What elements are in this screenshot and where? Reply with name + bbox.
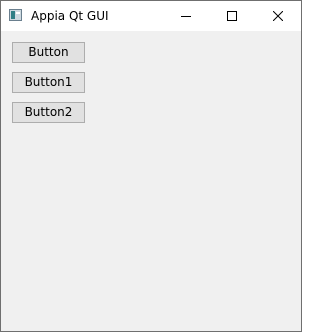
maximize-icon [227,11,237,21]
client-area: Button Button1 Button2 [1,31,301,331]
app-icon [9,9,22,21]
button-2[interactable]: Button2 [12,102,85,123]
button[interactable]: Button [12,42,85,63]
title-bar[interactable]: Appia Qt GUI [1,1,301,31]
minimize-button[interactable] [163,1,209,31]
app-window: Appia Qt GUI Button Button1 Button2 [0,0,302,332]
window-title: Appia Qt GUI [31,9,109,23]
maximize-button[interactable] [209,1,255,31]
minimize-icon [181,16,191,17]
close-icon [273,11,283,21]
close-button[interactable] [255,1,301,31]
button-1[interactable]: Button1 [12,72,85,93]
